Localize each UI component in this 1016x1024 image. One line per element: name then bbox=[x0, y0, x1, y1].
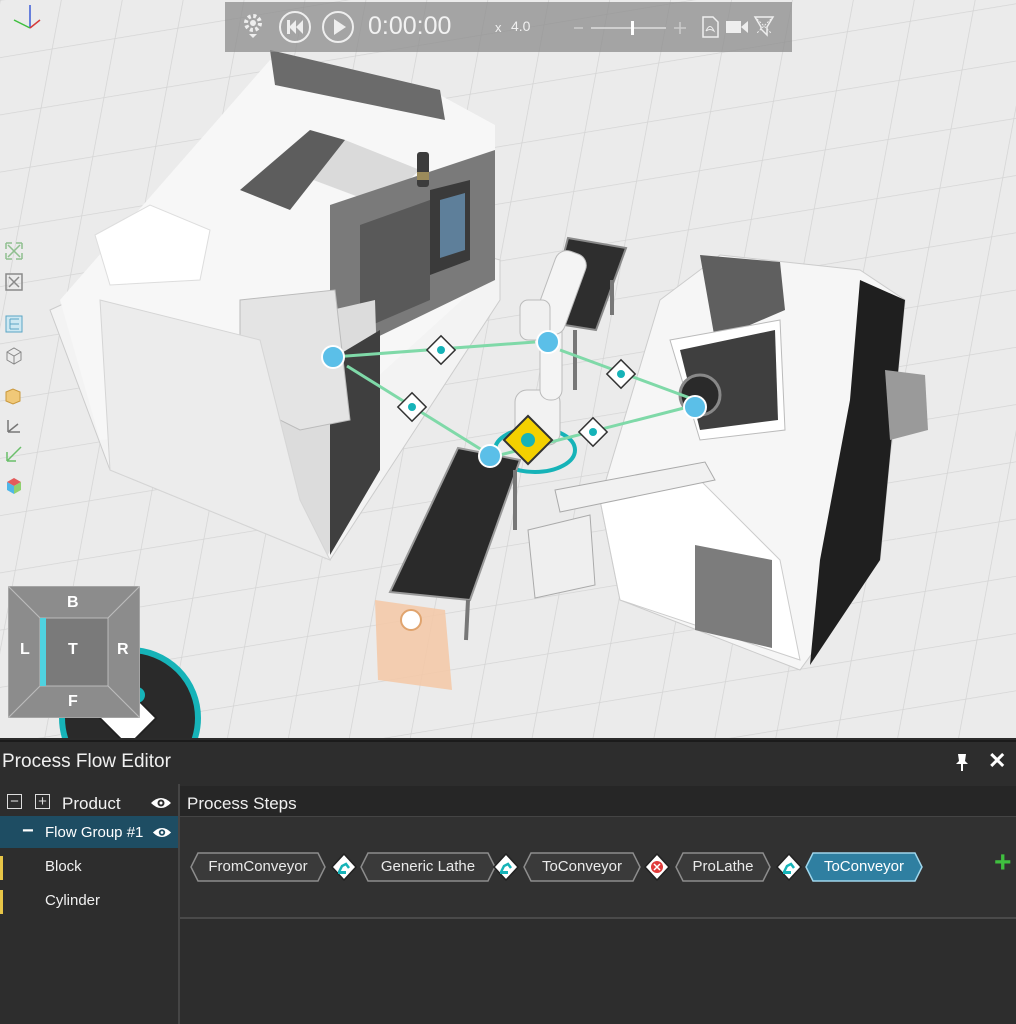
pdf-export-icon[interactable] bbox=[700, 16, 720, 38]
axis-snap-icon[interactable] bbox=[4, 416, 24, 436]
robot-icon[interactable] bbox=[330, 852, 358, 882]
product-tree: − + Product − Flow Group #1 Block Cylind… bbox=[0, 784, 180, 1024]
flow-group-label: Flow Group #1 bbox=[45, 824, 144, 841]
flow-group-collapse-icon[interactable]: − bbox=[22, 820, 34, 843]
color-cube-icon[interactable] bbox=[4, 476, 24, 496]
process-steps-header: Process Steps bbox=[180, 786, 1016, 816]
collapse-all-button[interactable]: − bbox=[7, 794, 22, 809]
add-step-plus-icon[interactable]: + bbox=[994, 846, 1012, 880]
process-flow-editor-header: Process Flow Editor ✕ bbox=[0, 740, 1016, 784]
step-label: FromConveyor bbox=[208, 858, 308, 875]
left-view-toolbar bbox=[0, 236, 30, 506]
product-visibility-eye-icon[interactable] bbox=[150, 796, 172, 810]
flow-group-visibility-eye-icon[interactable] bbox=[152, 826, 172, 839]
step-pro-lathe[interactable]: ProLathe bbox=[675, 852, 771, 882]
step-label: ToConveyor bbox=[823, 858, 905, 875]
rewind-icon[interactable] bbox=[278, 10, 312, 44]
robot-icon[interactable] bbox=[492, 852, 520, 882]
step-to-conveyor-selected[interactable]: ToConveyor bbox=[805, 852, 923, 882]
video-record-icon[interactable] bbox=[725, 18, 749, 36]
navcube-left[interactable]: L bbox=[20, 641, 30, 659]
tree-item-block[interactable]: Block bbox=[0, 852, 178, 882]
tree-item-flow-group[interactable]: − Flow Group #1 bbox=[0, 816, 178, 848]
navcube-front[interactable]: F bbox=[68, 693, 78, 711]
step-label: Generic Lathe bbox=[380, 858, 476, 875]
3d-viewport[interactable]: B T L R F 0:00:00 x 4.0 bbox=[0, 0, 1016, 738]
navcube-right[interactable]: R bbox=[117, 641, 129, 659]
cube-view-icon[interactable] bbox=[4, 346, 24, 366]
fit-view-icon[interactable] bbox=[4, 241, 24, 261]
close-icon[interactable]: ✕ bbox=[988, 750, 1008, 772]
speed-increase-icon bbox=[674, 22, 686, 34]
pin-icon[interactable] bbox=[953, 752, 971, 772]
play-icon[interactable] bbox=[321, 10, 355, 44]
navcube-top[interactable]: T bbox=[68, 641, 78, 659]
vr-mode-icon[interactable] bbox=[753, 15, 775, 37]
navcube-back[interactable]: B bbox=[67, 594, 79, 612]
robot-icon[interactable] bbox=[775, 852, 803, 882]
view-navigation-cube[interactable]: B T L R F bbox=[6, 584, 142, 720]
tree-item-label: Cylinder bbox=[45, 892, 101, 909]
step-label: ToConveyor bbox=[541, 858, 623, 875]
step-label: ProLathe bbox=[692, 858, 754, 875]
tree-item-label: Block bbox=[45, 858, 82, 875]
robot-error-icon[interactable] bbox=[643, 852, 671, 882]
grid-snap-icon[interactable] bbox=[4, 444, 24, 464]
fit-selection-icon[interactable] bbox=[4, 272, 24, 292]
step-generic-lathe[interactable]: Generic Lathe bbox=[360, 852, 496, 882]
product-header-label: Product bbox=[62, 794, 121, 813]
expand-all-button[interactable]: + bbox=[35, 794, 50, 809]
scene-canvas[interactable] bbox=[0, 0, 1016, 738]
step-to-conveyor[interactable]: ToConveyor bbox=[523, 852, 641, 882]
panel-title: Process Flow Editor bbox=[2, 751, 171, 772]
speed-slider[interactable] bbox=[571, 18, 691, 38]
simulation-timer: 0:00:00 bbox=[368, 12, 452, 40]
box-shading-icon[interactable] bbox=[4, 386, 24, 406]
process-flow-editor-body: − + Product − Flow Group #1 Block Cylind… bbox=[0, 784, 1016, 1024]
ortho-view-icon[interactable] bbox=[4, 314, 24, 334]
process-steps-title: Process Steps bbox=[187, 794, 297, 813]
process-steps-area: Process Steps FromConveyor Generic Lathe bbox=[180, 784, 1016, 1024]
product-tree-header: − + Product bbox=[0, 786, 178, 816]
speed-prefix: x bbox=[495, 20, 502, 35]
block-color-bar bbox=[0, 856, 3, 880]
cylinder-color-bar bbox=[0, 890, 3, 914]
tree-item-cylinder[interactable]: Cylinder bbox=[0, 886, 178, 916]
playback-toolbar: 0:00:00 x 4.0 bbox=[225, 2, 792, 52]
settings-gear-icon[interactable] bbox=[241, 12, 265, 38]
process-steps-lane: FromConveyor Generic Lathe ToConveyor Pr… bbox=[180, 816, 1016, 919]
speed-value[interactable]: 4.0 bbox=[511, 18, 530, 34]
step-from-conveyor[interactable]: FromConveyor bbox=[190, 852, 326, 882]
